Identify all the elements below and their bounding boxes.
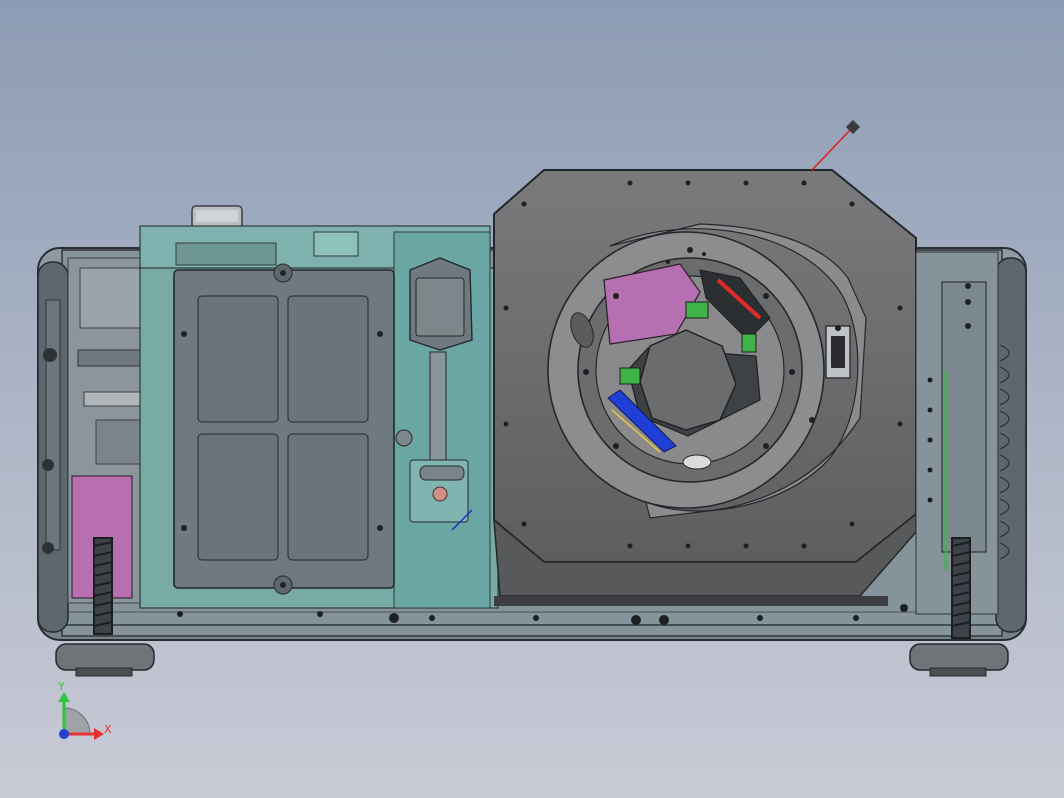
cover-plate xyxy=(173,263,395,595)
cad-viewport[interactable]: Y X xyxy=(0,0,1064,798)
connector-block xyxy=(825,325,851,379)
projector-model-drawing: Y X xyxy=(37,119,1027,740)
axis-triad-icon: Y X xyxy=(57,680,112,740)
left-springs xyxy=(93,537,113,635)
left-foot xyxy=(55,643,155,677)
y-axis-label: Y xyxy=(57,680,65,693)
right-foot xyxy=(909,643,1009,677)
red-cable xyxy=(811,119,861,171)
right-end-panel xyxy=(995,257,1027,633)
left-end-panel xyxy=(37,261,69,633)
right-springs xyxy=(951,537,971,639)
x-axis-label: X xyxy=(104,723,112,736)
